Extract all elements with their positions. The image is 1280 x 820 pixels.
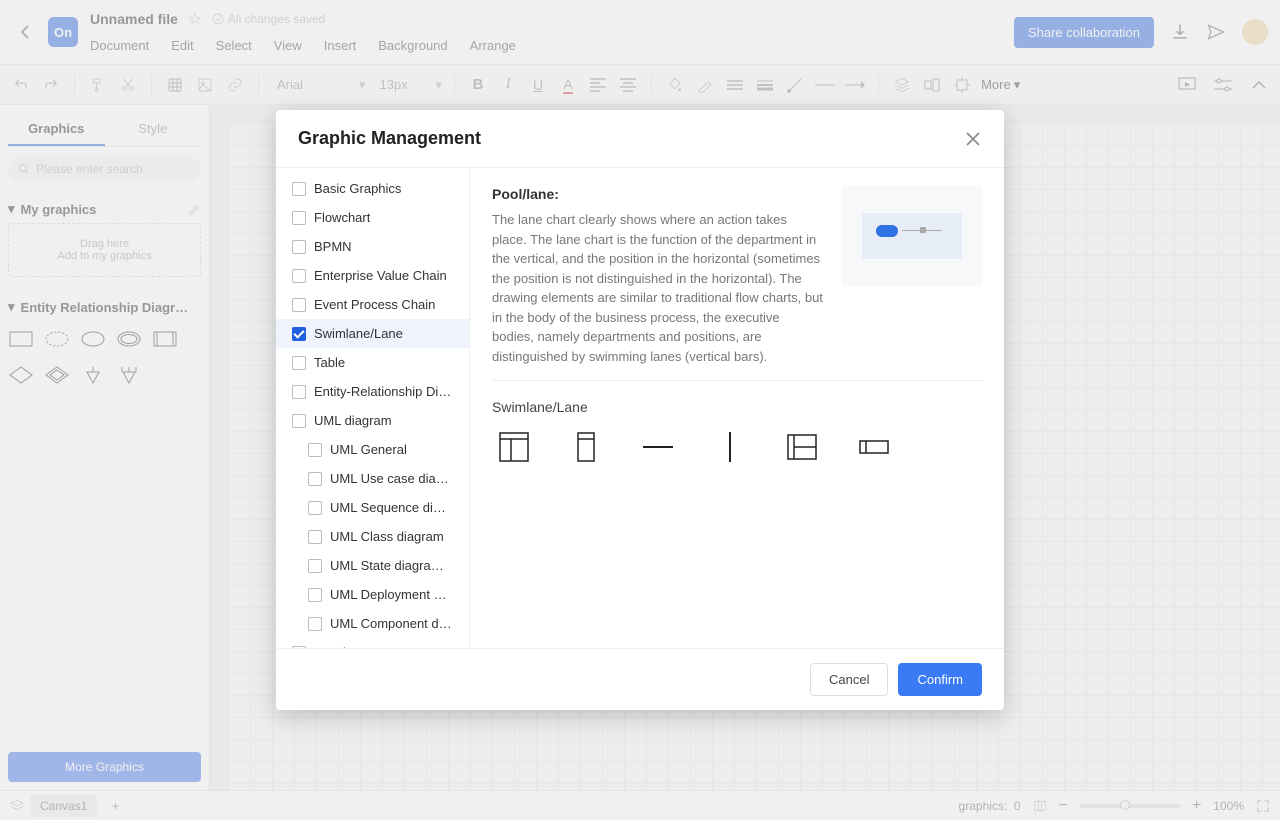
category-label: UML Class diagram <box>330 529 444 544</box>
shape-section-title: Swimlane/Lane <box>492 399 982 415</box>
checkbox[interactable] <box>292 298 306 312</box>
category-list[interactable]: Basic Graphics Flowchart BPMN Enterprise Va… <box>276 168 470 648</box>
category-item[interactable]: Flowchart <box>276 203 469 232</box>
category-item[interactable]: UML Use case diagram <box>276 464 469 493</box>
checkbox[interactable] <box>308 588 322 602</box>
category-label: UML General <box>330 442 407 457</box>
category-item[interactable]: UML Class diagram <box>276 522 469 551</box>
confirm-button[interactable]: Confirm <box>898 663 982 696</box>
checkbox[interactable] <box>292 385 306 399</box>
checkbox[interactable] <box>292 327 306 341</box>
category-label: UML Component diag… <box>330 616 453 631</box>
checkbox[interactable] <box>292 414 306 428</box>
shape-grid <box>492 425 982 469</box>
checkbox[interactable] <box>292 182 306 196</box>
category-label: Flowchart <box>314 210 370 225</box>
category-item[interactable]: UML Deployment dia… <box>276 580 469 609</box>
checkbox[interactable] <box>308 472 322 486</box>
swimlane-vertical[interactable] <box>492 425 536 469</box>
checkbox[interactable] <box>308 530 322 544</box>
category-item[interactable]: Enterprise Value Chain <box>276 261 469 290</box>
category-item[interactable]: BPMN <box>276 232 469 261</box>
category-item[interactable]: Event Process Chain <box>276 290 469 319</box>
cancel-button[interactable]: Cancel <box>810 663 888 696</box>
category-label: Enterprise Value Chain <box>314 268 447 283</box>
category-item[interactable]: Swimlane/Lane <box>276 319 469 348</box>
swimlane-single-h[interactable] <box>852 425 896 469</box>
category-item[interactable]: UML State diagram/A… <box>276 551 469 580</box>
checkbox[interactable] <box>292 646 306 649</box>
checkbox[interactable] <box>292 269 306 283</box>
category-label: UML Deployment dia… <box>330 587 453 602</box>
detail-title: Pool/lane: <box>492 186 824 202</box>
modal-title: Graphic Management <box>298 128 481 149</box>
category-item[interactable]: Basic Graphics <box>276 174 469 203</box>
checkbox[interactable] <box>292 240 306 254</box>
category-label: UML diagram <box>314 413 392 428</box>
swimlane-separator-h[interactable] <box>636 425 680 469</box>
graphic-management-modal: Graphic Management Basic Graphics Flowcha… <box>276 110 1004 710</box>
category-item[interactable]: Table <box>276 348 469 377</box>
category-item[interactable]: UML diagram <box>276 406 469 435</box>
category-label: Graph <box>314 645 350 648</box>
detail-description: The lane chart clearly shows where an ac… <box>492 210 824 366</box>
category-label: Event Process Chain <box>314 297 435 312</box>
category-item[interactable]: UML General <box>276 435 469 464</box>
category-label: UML Sequence diagra… <box>330 500 453 515</box>
checkbox[interactable] <box>292 356 306 370</box>
category-label: UML State diagram/A… <box>330 558 453 573</box>
detail-panel: Pool/lane: The lane chart clearly shows … <box>470 168 1004 648</box>
category-item[interactable]: Graph <box>276 638 469 648</box>
checkbox[interactable] <box>308 559 322 573</box>
category-label: Swimlane/Lane <box>314 326 403 341</box>
preview-thumbnail <box>842 186 982 286</box>
checkbox[interactable] <box>292 211 306 225</box>
checkbox[interactable] <box>308 617 322 631</box>
category-label: UML Use case diagram <box>330 471 453 486</box>
modal-overlay: Graphic Management Basic Graphics Flowcha… <box>0 0 1280 820</box>
category-item[interactable]: Entity-Relationship Di… <box>276 377 469 406</box>
swimlane-separator-v[interactable] <box>708 425 752 469</box>
category-item[interactable]: UML Sequence diagra… <box>276 493 469 522</box>
category-item[interactable]: UML Component diag… <box>276 609 469 638</box>
swimlane-horizontal[interactable] <box>780 425 824 469</box>
category-label: Table <box>314 355 345 370</box>
checkbox[interactable] <box>308 443 322 457</box>
checkbox[interactable] <box>308 501 322 515</box>
category-label: Basic Graphics <box>314 181 401 196</box>
category-label: Entity-Relationship Di… <box>314 384 451 399</box>
close-icon[interactable] <box>964 130 982 148</box>
swimlane-single-v[interactable] <box>564 425 608 469</box>
category-label: BPMN <box>314 239 352 254</box>
